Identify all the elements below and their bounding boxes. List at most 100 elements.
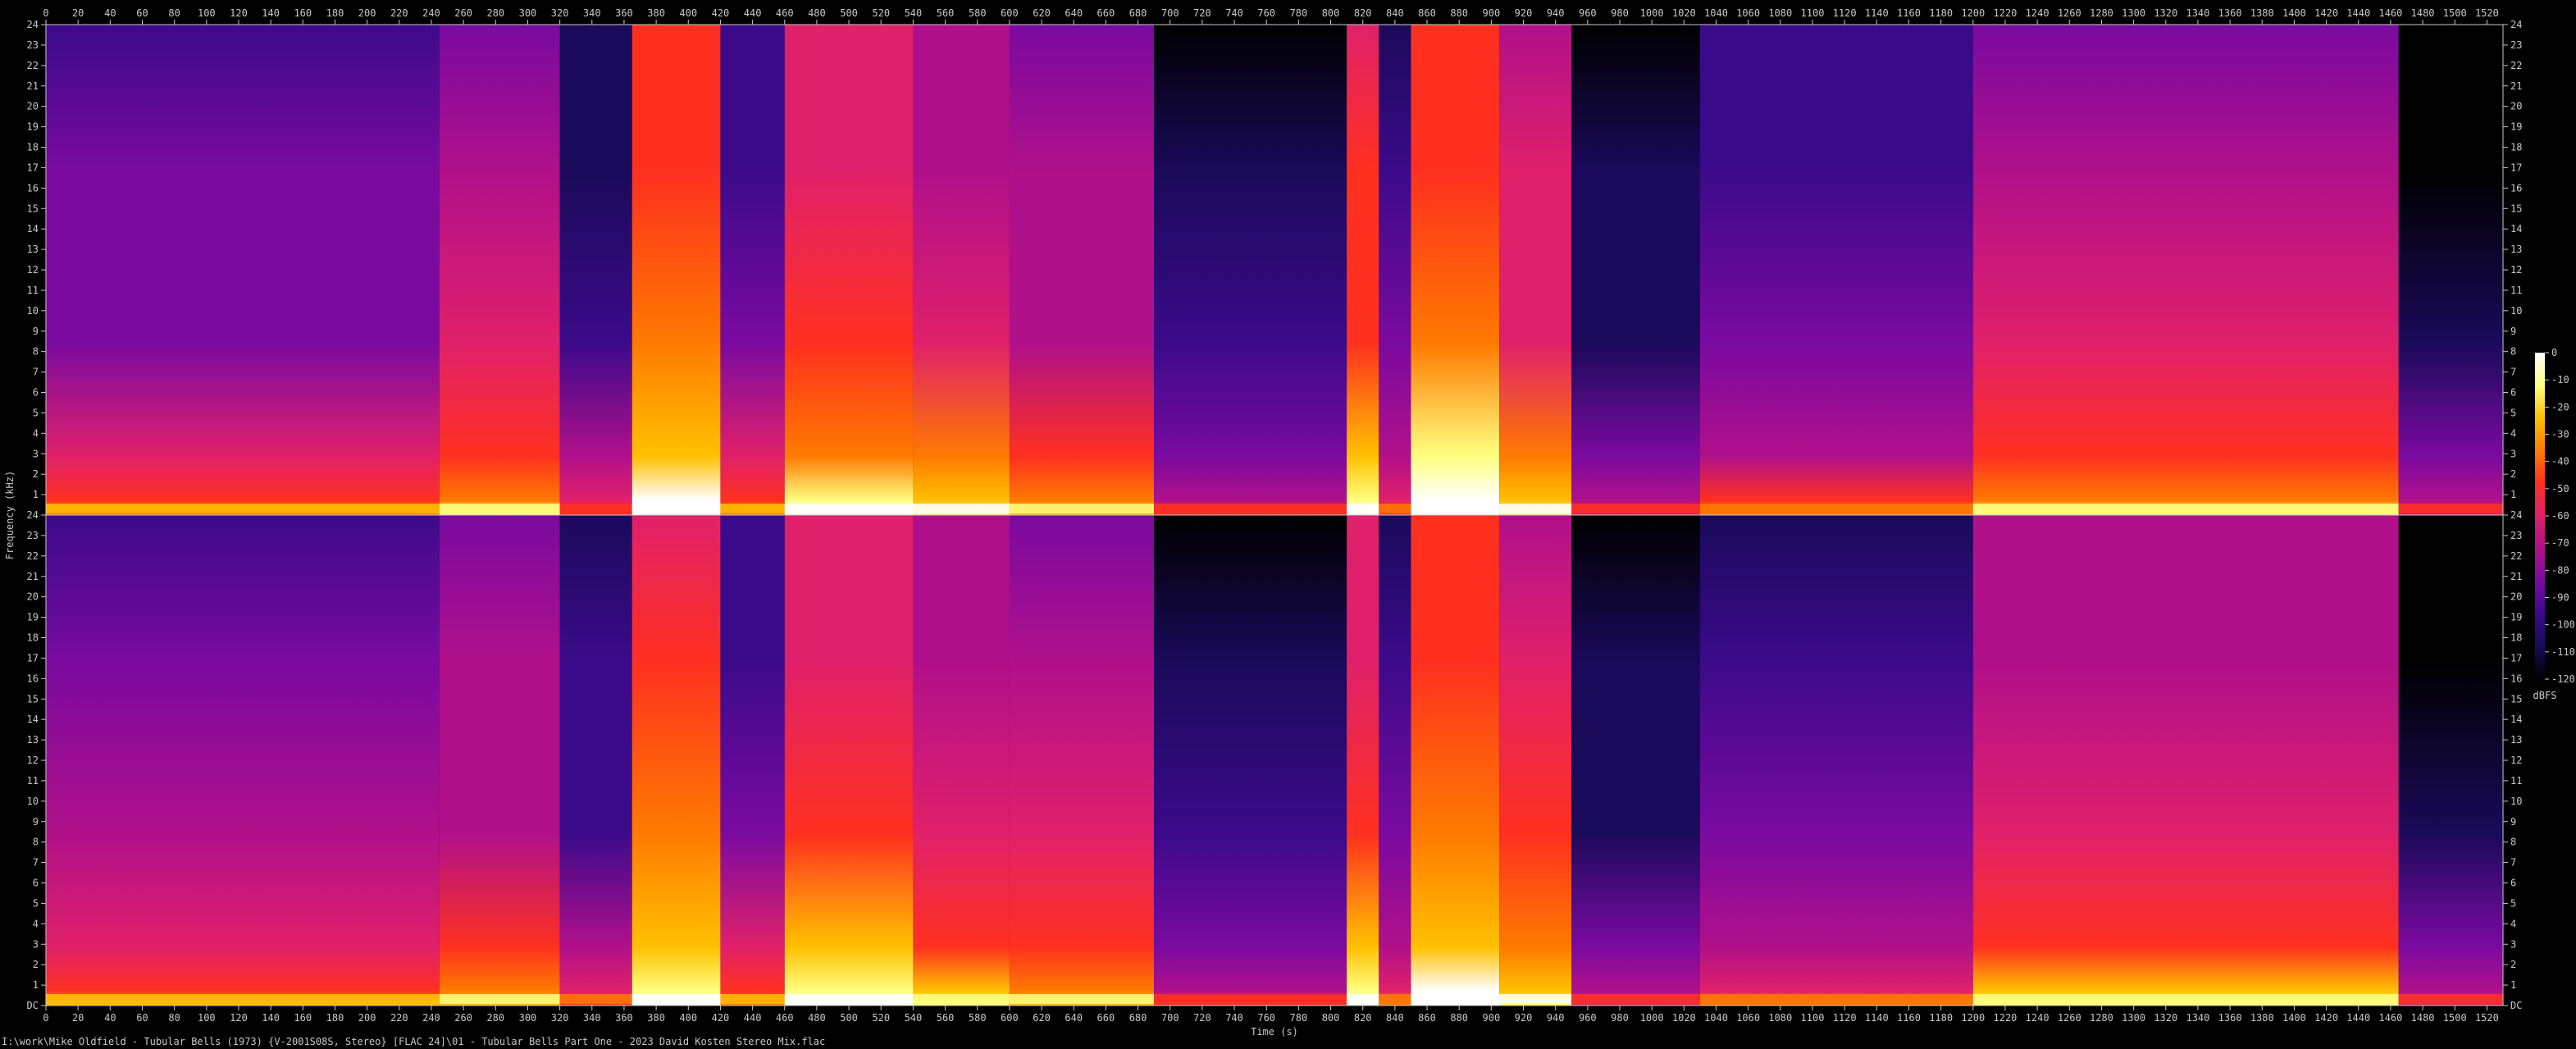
low-frequency-band (1154, 504, 1347, 513)
x-tick-label: 300 (519, 1012, 537, 1024)
x-tick-label: 500 (840, 7, 858, 19)
x-tick-label: 1140 (1865, 1012, 1889, 1024)
y-tick-label: 21 (27, 80, 39, 92)
x-tick-label: 920 (1515, 1012, 1533, 1024)
y-tick-label: 13 (2510, 244, 2522, 255)
x-tick-label: 1220 (1994, 1012, 2017, 1024)
low-frequency-band (1699, 504, 1973, 513)
y-tick-label: 4 (2510, 918, 2516, 929)
y-tick-label: 17 (27, 162, 39, 173)
low-frequency-band (2398, 504, 2503, 513)
x-axis-top: 0 20 40 60 80 100 120 140 160 180 200 220 240 260 280 3… (43, 7, 2499, 25)
y-tick-label: 2 (33, 468, 39, 480)
spectrogram-segment (1972, 515, 2399, 1006)
x-tick-label: 840 (1386, 7, 1404, 19)
spectrogram-segment (1347, 515, 1379, 1006)
y-tick-label: 5 (2510, 407, 2516, 418)
x-tick-label: 1100 (1801, 1012, 1825, 1024)
y-tick-label: 6 (33, 878, 39, 889)
y-tick-label: 17 (27, 652, 39, 664)
y-tick-label: 21 (2510, 571, 2522, 582)
low-frequency-band (1379, 504, 1411, 513)
low-frequency-band (1347, 504, 1379, 513)
x-tick-label: 1180 (1929, 7, 1953, 19)
y-tick-label: 9 (2510, 326, 2516, 337)
x-tick-label: 480 (808, 1012, 826, 1024)
x-tick-label: 1000 (1640, 7, 1664, 19)
y-tick-label: 24 (27, 19, 39, 30)
x-tick-label: 480 (808, 7, 826, 19)
y-tick-label: 10 (27, 305, 39, 317)
x-tick-label: 440 (744, 1012, 762, 1024)
x-tick-label: 380 (647, 1012, 665, 1024)
channel-panel-r (45, 514, 2504, 1006)
y-tick-label: 11 (2510, 775, 2522, 787)
y-tick-label: 21 (27, 571, 39, 582)
x-tick-label: 0 (43, 1012, 48, 1024)
y-tick-label: 3 (33, 448, 39, 459)
x-tick-label: 960 (1579, 7, 1597, 19)
x-tick-label: 900 (1483, 7, 1501, 19)
x-tick-label: 520 (872, 7, 890, 19)
y-tick-label: 9 (33, 326, 39, 337)
x-tick-label: 1340 (2186, 1012, 2209, 1024)
y-tick-label: 10 (27, 796, 39, 807)
file-path-caption: I:\work\Mike Oldfield - Tubular Bells (1… (2, 1036, 826, 1047)
y-tick-label: 12 (2510, 264, 2522, 276)
spectrogram-segment (559, 515, 632, 1006)
y-tick-label: 19 (27, 612, 39, 623)
y-tick-label: 23 (2510, 530, 2522, 541)
y-tick-label: 13 (27, 734, 39, 746)
y-tick-label: 19 (27, 121, 39, 133)
low-frequency-band (1411, 504, 1500, 513)
x-tick-label: 160 (294, 1012, 312, 1024)
x-tick-label: 1420 (2314, 1012, 2338, 1024)
low-frequency-band (720, 504, 785, 513)
y-tick-label: 16 (2510, 182, 2522, 194)
x-tick-label: 680 (1129, 7, 1147, 19)
x-tick-label: 140 (262, 1012, 280, 1024)
spectrogram-segment (1571, 25, 1700, 515)
low-frequency-band (913, 504, 1010, 513)
y-tick-label: 23 (2510, 39, 2522, 51)
x-tick-label: 280 (486, 1012, 504, 1024)
low-frequency-band (631, 994, 721, 1004)
x-tick-label: 1360 (2218, 7, 2242, 19)
spectrogram-segment (913, 25, 1010, 515)
spectrogram-segment (1379, 25, 1411, 515)
x-tick-label: 840 (1386, 1012, 1404, 1024)
spectrogram-segment (1009, 515, 1155, 1006)
y-tick-label: 11 (2510, 285, 2522, 296)
x-tick-label: 440 (744, 7, 762, 19)
low-frequency-band (1009, 504, 1155, 513)
spectrogram-panels (45, 24, 2504, 1006)
low-frequency-band (1571, 504, 1700, 513)
x-tick-label: 360 (615, 7, 633, 19)
y-tick-label: 2 (2510, 468, 2516, 480)
y-tick-label: 5 (33, 897, 39, 909)
x-tick-label: 120 (230, 7, 248, 19)
spectrogram-segment (439, 515, 560, 1006)
y-tick-label: 4 (33, 918, 39, 929)
x-tick-label: 1140 (1865, 7, 1889, 19)
low-frequency-band (439, 994, 560, 1004)
x-tick-label: 1240 (2026, 7, 2049, 19)
x-tick-label: 1080 (1768, 7, 1792, 19)
x-tick-label: 980 (1611, 7, 1629, 19)
x-tick-label: 460 (776, 7, 794, 19)
x-tick-label: 80 (168, 1012, 180, 1024)
y-tick-label: 18 (2510, 632, 2522, 644)
x-tick-label: 580 (969, 1012, 987, 1024)
colorbar-tick-label: -30 (2551, 429, 2569, 440)
x-tick-label: 1000 (1640, 1012, 1664, 1024)
colorbar-tick-label: -100 (2551, 619, 2575, 631)
x-tick-label: 920 (1515, 7, 1533, 19)
x-tick-label: 20 (72, 7, 84, 19)
colorbar-tick-label: -80 (2551, 564, 2569, 576)
x-tick-label: 1460 (2378, 1012, 2402, 1024)
spectrogram-segment (2398, 25, 2503, 515)
x-tick-label: 1040 (1704, 1012, 1728, 1024)
x-tick-label: 700 (1161, 1012, 1179, 1024)
colorbar-tick-label: -10 (2551, 374, 2569, 385)
x-tick-label: 1060 (1736, 1012, 1760, 1024)
